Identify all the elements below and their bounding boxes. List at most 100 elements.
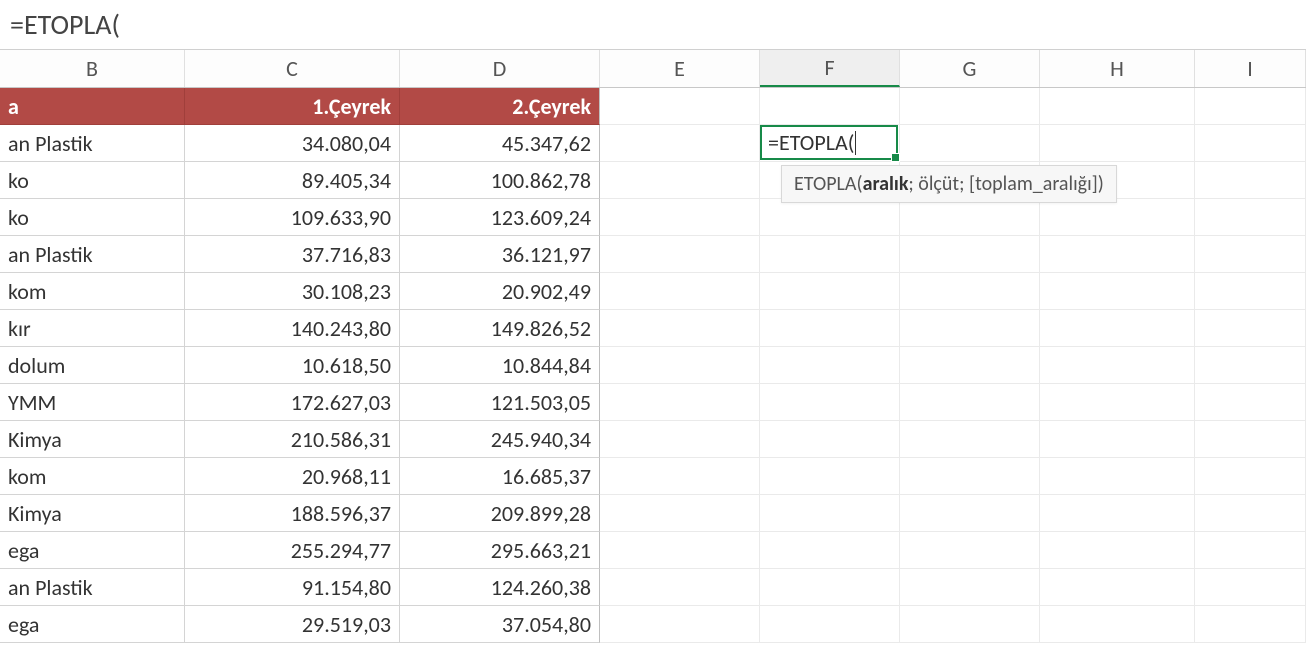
cell-C[interactable]: 34.080,04	[185, 125, 400, 162]
cell-B[interactable]: dolum	[0, 347, 185, 384]
cell-F[interactable]	[760, 458, 900, 495]
cell-D[interactable]: 45.347,62	[400, 125, 600, 162]
cell-C[interactable]: 89.405,34	[185, 162, 400, 199]
cell-B[interactable]: an Plastik	[0, 569, 185, 606]
cell-G1[interactable]	[900, 88, 1040, 125]
cell-H1[interactable]	[1040, 88, 1195, 125]
cell-D[interactable]: 295.663,21	[400, 532, 600, 569]
cell-E1[interactable]	[600, 88, 760, 125]
cell-F[interactable]	[760, 384, 900, 421]
cell-C[interactable]: 172.627,03	[185, 384, 400, 421]
cell-C[interactable]: 20.968,11	[185, 458, 400, 495]
cell-H[interactable]	[1040, 495, 1195, 532]
cell-E[interactable]	[600, 606, 760, 643]
cell-C[interactable]: 10.618,50	[185, 347, 400, 384]
cell-G[interactable]	[900, 273, 1040, 310]
cell-I[interactable]	[1195, 384, 1306, 421]
cell-E[interactable]	[600, 458, 760, 495]
cell-C[interactable]: 140.243,80	[185, 310, 400, 347]
formula-bar[interactable]: =ETOPLA(	[0, 0, 1306, 50]
cell-E[interactable]	[600, 236, 760, 273]
cell-E[interactable]	[600, 273, 760, 310]
col-header-E[interactable]: E	[600, 50, 760, 87]
col-header-I[interactable]: I	[1195, 50, 1306, 87]
col-header-H[interactable]: H	[1040, 50, 1195, 87]
cell-I[interactable]	[1195, 236, 1306, 273]
cell-E[interactable]	[600, 162, 760, 199]
cell-D[interactable]: 121.503,05	[400, 384, 600, 421]
cell-E[interactable]	[600, 199, 760, 236]
cell-D[interactable]: 16.685,37	[400, 458, 600, 495]
cell-G[interactable]	[900, 458, 1040, 495]
cell-D[interactable]: 245.940,34	[400, 421, 600, 458]
cell-F[interactable]	[760, 495, 900, 532]
cell-D[interactable]: 124.260,38	[400, 569, 600, 606]
cell-I[interactable]	[1195, 273, 1306, 310]
header-cell-D[interactable]: 2.Çeyrek	[400, 88, 600, 125]
cell-H[interactable]	[1040, 384, 1195, 421]
cell-F[interactable]	[760, 347, 900, 384]
cell-D[interactable]: 36.121,97	[400, 236, 600, 273]
cell-E[interactable]	[600, 310, 760, 347]
cell-G[interactable]	[900, 569, 1040, 606]
cell-E[interactable]	[600, 421, 760, 458]
cell-G[interactable]	[900, 421, 1040, 458]
cell-D[interactable]: 209.899,28	[400, 495, 600, 532]
cell-G[interactable]	[900, 347, 1040, 384]
col-header-F[interactable]: F	[760, 50, 900, 87]
cell-I[interactable]	[1195, 162, 1306, 199]
cell-G[interactable]	[900, 310, 1040, 347]
cell-C[interactable]: 30.108,23	[185, 273, 400, 310]
header-cell-B[interactable]: a	[0, 88, 185, 125]
cell-G[interactable]	[900, 606, 1040, 643]
cell-E[interactable]	[600, 495, 760, 532]
cell-H[interactable]	[1040, 199, 1195, 236]
cell-I[interactable]	[1195, 569, 1306, 606]
cell-B[interactable]: ko	[0, 162, 185, 199]
cell-I[interactable]	[1195, 495, 1306, 532]
cell-I[interactable]	[1195, 421, 1306, 458]
cell-C[interactable]: 91.154,80	[185, 569, 400, 606]
cell-H[interactable]	[1040, 125, 1195, 162]
cell-B[interactable]: an Plastik	[0, 236, 185, 273]
cell-F[interactable]	[760, 199, 900, 236]
cell-H[interactable]	[1040, 569, 1195, 606]
cell-G[interactable]	[900, 236, 1040, 273]
cell-F[interactable]	[760, 310, 900, 347]
active-cell-F2[interactable]: =ETOPLA(	[760, 125, 898, 160]
cell-D[interactable]: 100.862,78	[400, 162, 600, 199]
cell-B[interactable]: kom	[0, 458, 185, 495]
cell-E[interactable]	[600, 347, 760, 384]
cell-G[interactable]	[900, 532, 1040, 569]
cell-H[interactable]	[1040, 458, 1195, 495]
cell-C[interactable]: 210.586,31	[185, 421, 400, 458]
cell-B[interactable]: ega	[0, 532, 185, 569]
col-header-C[interactable]: C	[185, 50, 400, 87]
cell-C[interactable]: 188.596,37	[185, 495, 400, 532]
cell-F[interactable]	[760, 236, 900, 273]
cell-I[interactable]	[1195, 199, 1306, 236]
cell-B[interactable]: ega	[0, 606, 185, 643]
cell-D[interactable]: 10.844,84	[400, 347, 600, 384]
cell-G[interactable]	[900, 125, 1040, 162]
cell-B[interactable]: an Plastik	[0, 125, 185, 162]
cell-D[interactable]: 149.826,52	[400, 310, 600, 347]
cell-I[interactable]	[1195, 532, 1306, 569]
cell-F[interactable]	[760, 606, 900, 643]
function-tooltip[interactable]: ETOPLA(aralık; ölçüt; [toplam_aralığı])	[781, 165, 1117, 203]
cell-C[interactable]: 255.294,77	[185, 532, 400, 569]
cell-E[interactable]	[600, 569, 760, 606]
cell-H[interactable]	[1040, 273, 1195, 310]
cell-G[interactable]	[900, 495, 1040, 532]
cell-F[interactable]	[760, 569, 900, 606]
cell-G[interactable]	[900, 199, 1040, 236]
cell-H[interactable]	[1040, 421, 1195, 458]
cell-B[interactable]: Kimya	[0, 421, 185, 458]
cell-F1[interactable]	[760, 88, 900, 125]
cell-I[interactable]	[1195, 125, 1306, 162]
cell-I[interactable]	[1195, 606, 1306, 643]
cell-I[interactable]	[1195, 347, 1306, 384]
cell-B[interactable]: ko	[0, 199, 185, 236]
cell-C[interactable]: 29.519,03	[185, 606, 400, 643]
col-header-B[interactable]: B	[0, 50, 185, 87]
